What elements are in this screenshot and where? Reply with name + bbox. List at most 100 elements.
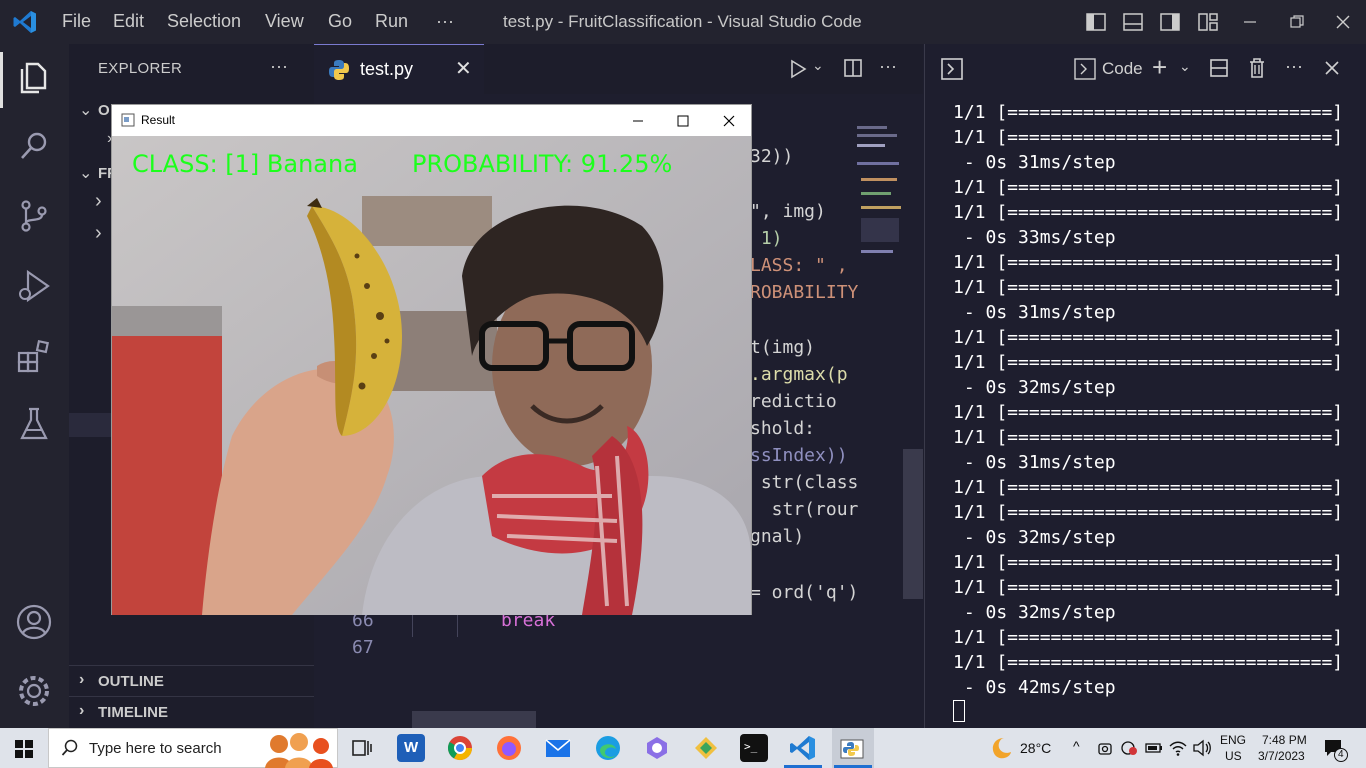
keyboard-layout[interactable]: US xyxy=(1225,749,1242,763)
code-line-fragment: shold: xyxy=(750,418,816,439)
menu-more[interactable]: ··· xyxy=(436,11,454,32)
clock-time[interactable]: 7:48 PM xyxy=(1262,733,1307,747)
terminal-more-icon[interactable]: ··· xyxy=(1285,56,1303,77)
customize-layout-icon[interactable] xyxy=(1198,12,1218,32)
close-tab-icon[interactable]: ✕ xyxy=(455,56,472,81)
run-dropdown-chevron-icon[interactable]: ⌄ xyxy=(812,57,824,74)
trash-icon[interactable] xyxy=(1247,57,1267,79)
python-app-taskbar[interactable] xyxy=(832,728,874,768)
terminal-line: - 0s 33ms/step xyxy=(953,227,1116,248)
clock-date[interactable]: 3/7/2023 xyxy=(1258,749,1305,763)
task-view-icon[interactable] xyxy=(348,734,376,762)
photos-icon[interactable] xyxy=(692,734,720,762)
split-editor-icon[interactable] xyxy=(843,58,863,78)
toggle-secondary-sidebar-icon[interactable] xyxy=(1160,12,1180,32)
outline-section[interactable]: › OUTLINE xyxy=(69,665,314,696)
vscode-taskbar-icon[interactable] xyxy=(789,734,817,762)
terminal-line: 1/1 [==============================] xyxy=(953,102,1344,123)
terminal-line: - 0s 32ms/step xyxy=(953,527,1116,548)
menu-go[interactable]: Go xyxy=(328,11,352,32)
chrome-icon[interactable] xyxy=(446,734,474,762)
run-debug-icon[interactable] xyxy=(14,266,54,306)
code-line-fragment: 1) xyxy=(750,228,783,249)
chevron-right-icon: › xyxy=(79,702,85,719)
tab-test-py[interactable]: test.py ✕ xyxy=(314,44,484,94)
code-line-fragment: ROBABILITY xyxy=(750,282,859,303)
mail-icon[interactable] xyxy=(544,734,572,762)
terminal-line: 1/1 [==============================] xyxy=(953,477,1344,498)
volume-icon[interactable] xyxy=(1192,739,1212,757)
code-line-fragment: = ord('q') xyxy=(750,582,859,603)
split-terminal-icon[interactable] xyxy=(1209,58,1229,78)
terminal-line: 1/1 [==============================] xyxy=(953,552,1344,573)
weather-moon-icon[interactable] xyxy=(986,736,1012,760)
menu-selection[interactable]: Selection xyxy=(167,11,241,32)
new-terminal-icon[interactable]: + xyxy=(1152,52,1167,83)
terminal-line: - 0s 31ms/step xyxy=(953,152,1116,173)
explorer-header: EXPLORER xyxy=(98,60,183,77)
horizontal-scrollbar-thumb[interactable] xyxy=(412,711,536,728)
windows-start-icon[interactable] xyxy=(14,739,34,759)
chevron-right-icon[interactable]: › xyxy=(95,222,102,245)
editor-scrollbar-thumb[interactable] xyxy=(903,449,923,599)
extensions-icon[interactable] xyxy=(14,336,54,376)
notification-count: 4 xyxy=(1338,749,1344,760)
search-icon[interactable] xyxy=(14,126,54,166)
terminal-icon[interactable] xyxy=(941,58,963,80)
firefox-icon[interactable] xyxy=(495,734,523,762)
explorer-icon[interactable] xyxy=(14,56,54,96)
accounts-icon[interactable] xyxy=(14,602,54,642)
chevron-right-icon[interactable]: › xyxy=(95,190,102,213)
code-line-fragment: .argmax(p xyxy=(750,364,848,385)
wifi-icon[interactable] xyxy=(1169,739,1187,757)
terminal-app-icon[interactable]: >_ xyxy=(740,734,768,762)
terminal-header: Code + ⌄ ··· xyxy=(925,44,1366,94)
menu-edit[interactable]: Edit xyxy=(113,11,144,32)
minimap[interactable] xyxy=(857,122,903,262)
terminal-tab-label[interactable]: Code xyxy=(1102,59,1143,79)
run-python-file-icon[interactable] xyxy=(788,59,808,79)
weather-temperature[interactable]: 28°C xyxy=(1020,740,1051,756)
taskbar-search-box[interactable]: Type here to search xyxy=(48,728,338,768)
testing-flask-icon[interactable] xyxy=(14,404,54,444)
terminal-output[interactable]: 1/1 [==============================] 1/1 … xyxy=(953,100,1343,700)
toggle-primary-sidebar-icon[interactable] xyxy=(1086,12,1106,32)
result-window[interactable]: Result CLASS: [1] Banana PROBABILITY: 91… xyxy=(111,104,752,615)
network-warning-icon[interactable] xyxy=(1120,740,1138,756)
word-icon[interactable]: W xyxy=(397,734,425,762)
vscode-logo-icon xyxy=(13,11,36,33)
code-line-fragment: redictio xyxy=(750,391,837,412)
terminal-line: 1/1 [==============================] xyxy=(953,127,1344,148)
source-control-icon[interactable] xyxy=(14,196,54,236)
copilot-icon[interactable] xyxy=(643,734,671,762)
close-panel-icon[interactable] xyxy=(1323,59,1341,77)
title-bar: File Edit Selection View Go Run ··· test… xyxy=(0,0,1366,44)
edge-icon[interactable] xyxy=(594,734,622,762)
editor-more-actions-icon[interactable]: ··· xyxy=(879,56,897,77)
gear-icon[interactable] xyxy=(14,671,54,711)
close-window-icon[interactable] xyxy=(1333,12,1353,32)
prediction-probability-label: PROBABILITY: 91.25% xyxy=(412,150,673,178)
timeline-section[interactable]: › TIMELINE xyxy=(69,696,314,727)
toggle-panel-icon[interactable] xyxy=(1123,12,1143,32)
terminal-line: 1/1 [==============================] xyxy=(953,327,1344,348)
terminal-line: 1/1 [==============================] xyxy=(953,177,1344,198)
minimize-icon[interactable] xyxy=(1240,12,1260,32)
terminal-line: - 0s 32ms/step xyxy=(953,602,1116,623)
close-icon[interactable] xyxy=(721,113,737,129)
menu-run[interactable]: Run xyxy=(375,11,408,32)
battery-icon[interactable] xyxy=(1145,740,1163,756)
active-indicator xyxy=(0,52,3,108)
minimize-icon[interactable] xyxy=(630,113,646,129)
menu-view[interactable]: View xyxy=(265,11,304,32)
menu-file[interactable]: File xyxy=(62,11,91,32)
language-code[interactable]: ENG xyxy=(1220,733,1246,747)
code-line-fragment: ", img) xyxy=(750,201,826,222)
show-hidden-icons-chevron-icon[interactable]: ^ xyxy=(1073,738,1080,754)
terminal-dropdown-chevron-icon[interactable]: ⌄ xyxy=(1179,58,1191,75)
maximize-icon[interactable] xyxy=(675,113,691,129)
restore-icon[interactable] xyxy=(1287,12,1307,32)
camera-privacy-icon[interactable] xyxy=(1097,740,1113,756)
explorer-more-button[interactable]: ··· xyxy=(270,56,288,77)
terminal-line: - 0s 32ms/step xyxy=(953,377,1116,398)
